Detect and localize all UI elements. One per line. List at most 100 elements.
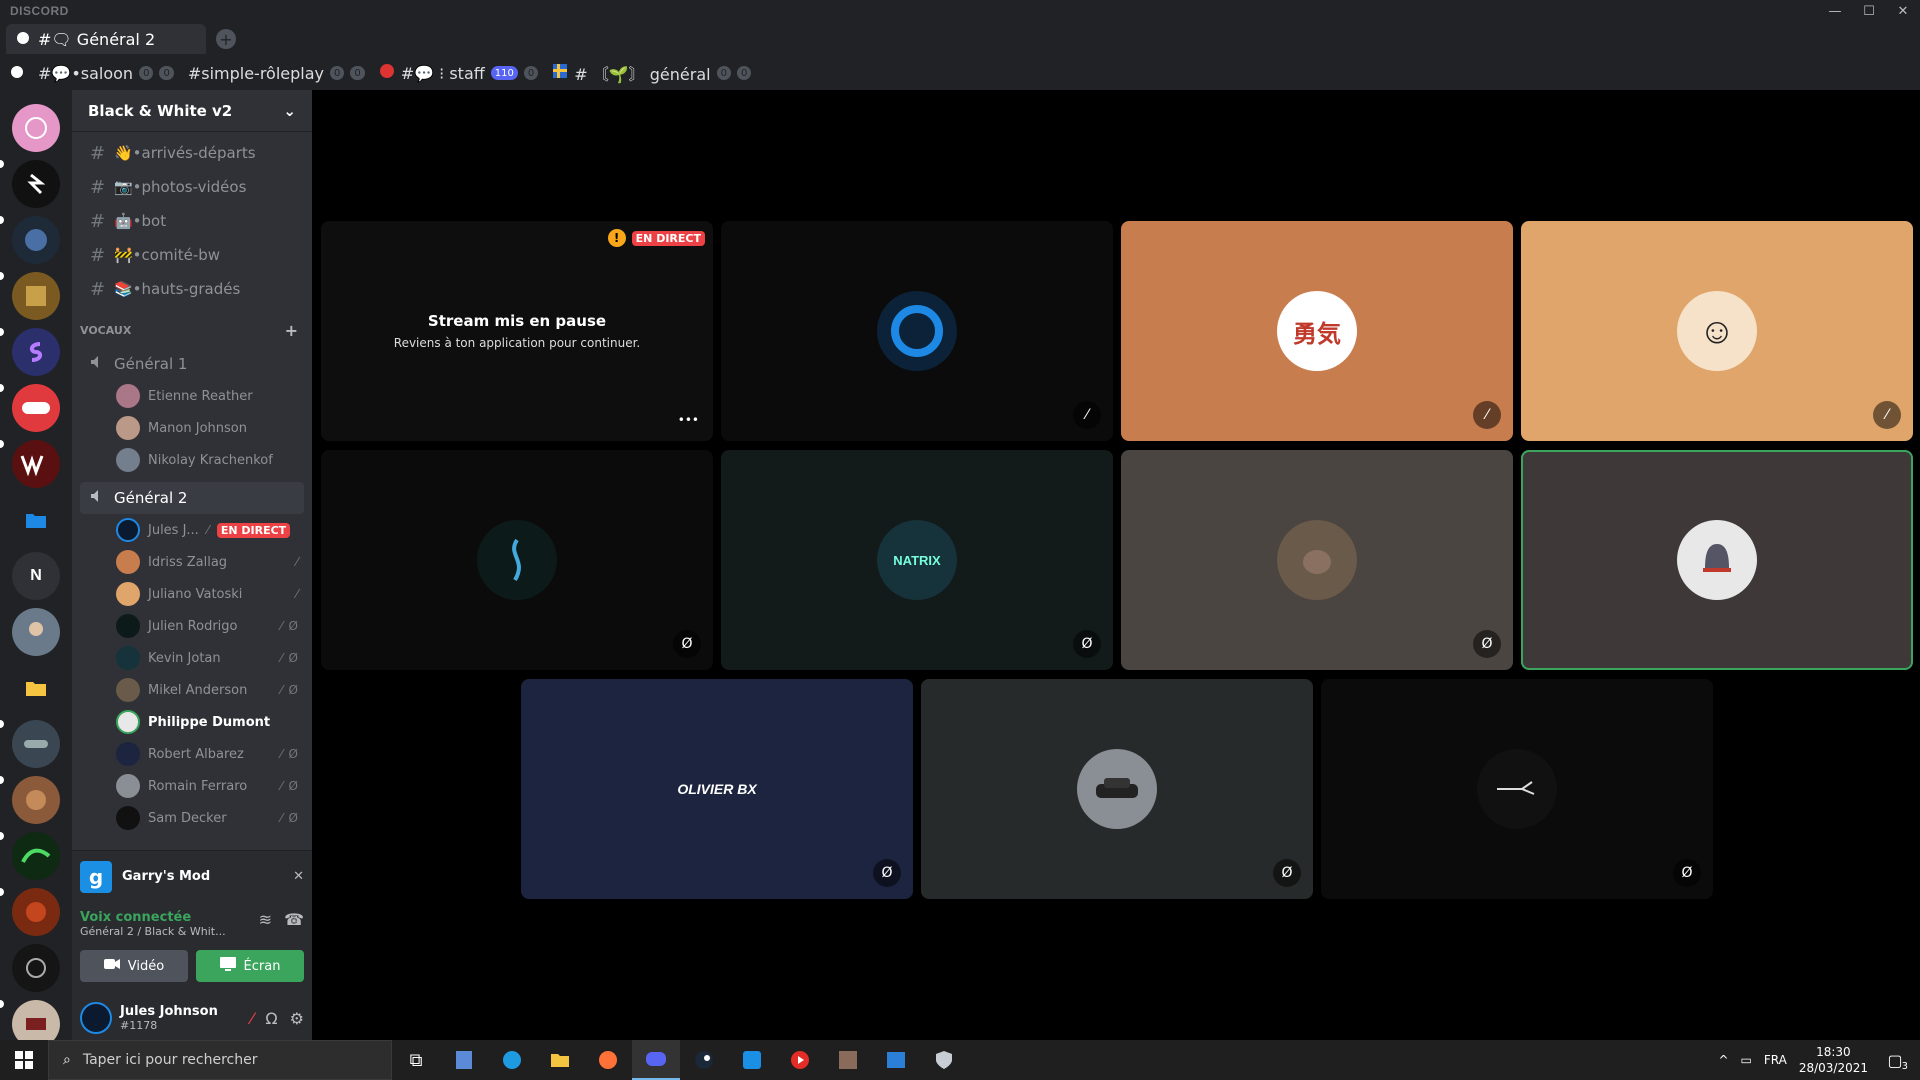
- voice-user[interactable]: Etienne Reather: [72, 380, 312, 412]
- voice-channel-general-2[interactable]: Général 2: [80, 482, 304, 514]
- stop-stream-icon[interactable]: ✕: [293, 869, 304, 884]
- network-icon[interactable]: ▭: [1741, 1053, 1752, 1067]
- disconnect-icon[interactable]: ☎: [284, 910, 304, 938]
- voice-user[interactable]: Mikel Anderson ⁄ Ø: [72, 674, 312, 706]
- unread-pill: [0, 160, 4, 168]
- chevron-up-icon[interactable]: ^: [1718, 1053, 1728, 1067]
- edge-icon[interactable]: [488, 1040, 536, 1080]
- server-icon[interactable]: [12, 160, 60, 208]
- channel-hauts-grades[interactable]: # 📚•hauts-gradés: [72, 272, 312, 306]
- youtube-icon[interactable]: [776, 1040, 824, 1080]
- voice-user-speaking[interactable]: Philippe Dumont: [72, 706, 312, 738]
- clock[interactable]: 18:30 28/03/2021: [1799, 1044, 1868, 1076]
- voice-connected-channel[interactable]: Général 2 / Black & Whit...: [80, 925, 226, 938]
- server-icon[interactable]: [12, 272, 60, 320]
- language-indicator[interactable]: FRA: [1764, 1053, 1787, 1067]
- mute-icon: ⁄: [206, 523, 209, 537]
- voice-user[interactable]: Juliano Vatoski ⁄: [72, 578, 312, 610]
- shortcut-saloon[interactable]: #💬•saloon 0 0: [38, 64, 174, 83]
- notification-center-icon[interactable]: ▢ 3: [1880, 1051, 1910, 1072]
- channel-bot[interactable]: # 🤖•bot: [72, 204, 312, 238]
- shortcut-general[interactable]: # 〘🌱〙 général 0 0: [552, 61, 752, 85]
- file-explorer-icon[interactable]: [536, 1040, 584, 1080]
- firefox-icon[interactable]: [584, 1040, 632, 1080]
- add-channel-button[interactable]: +: [285, 321, 298, 340]
- shield-icon[interactable]: [920, 1040, 968, 1080]
- hash-icon: #: [90, 244, 106, 266]
- discord-taskbar-icon[interactable]: [632, 1040, 680, 1080]
- noise-suppression-icon[interactable]: ≋: [259, 910, 272, 938]
- tab-general-2[interactable]: #🗨 Général 2: [6, 24, 206, 54]
- steam-icon[interactable]: [680, 1040, 728, 1080]
- participant-tile[interactable]: ☺ ⁄: [1521, 221, 1913, 441]
- folder-icon[interactable]: [12, 496, 60, 544]
- category-vocaux[interactable]: VOCAUX +: [72, 312, 312, 348]
- folder-icon[interactable]: [12, 664, 60, 712]
- voice-user[interactable]: Idriss Zallag ⁄: [72, 546, 312, 578]
- shortcut-simple-roleplay[interactable]: #simple-rôleplay 0 0: [188, 64, 365, 83]
- server-icon[interactable]: [12, 440, 60, 488]
- channel-comite-bw[interactable]: # 🚧•comité-bw: [72, 238, 312, 272]
- count-badge: 0: [736, 66, 752, 80]
- shortcut-staff[interactable]: #💬 ⁝ staff 110 0: [379, 63, 539, 83]
- voice-user[interactable]: Julien Rodrigo ⁄ Ø: [72, 610, 312, 642]
- garrys-mod-taskbar-icon[interactable]: [728, 1040, 776, 1080]
- deafen-icon: Ø: [288, 747, 298, 761]
- task-view-icon[interactable]: ⧉: [392, 1040, 440, 1080]
- unread-pill: [0, 720, 4, 728]
- channel-arrives-departs[interactable]: # 👋•arrivés-départs: [72, 136, 312, 170]
- voice-user[interactable]: Nikolay Krachenkof: [72, 444, 312, 476]
- screen-share-button[interactable]: Écran: [196, 950, 304, 982]
- voice-user[interactable]: Jules J... ⁄ EN DIRECT: [72, 514, 312, 546]
- clock-date: 28/03/2021: [1798, 1061, 1868, 1075]
- voice-user[interactable]: Kevin Jotan ⁄ Ø: [72, 642, 312, 674]
- voice-user[interactable]: Sam Decker ⁄ Ø: [72, 802, 312, 834]
- server-header[interactable]: Black & White v2 ⌄: [72, 90, 312, 132]
- headphones-icon[interactable]: Ω: [265, 1009, 277, 1028]
- server-icon[interactable]: [12, 776, 60, 824]
- app-icon[interactable]: [824, 1040, 872, 1080]
- server-icon[interactable]: [12, 328, 60, 376]
- gear-icon[interactable]: ⚙: [290, 1009, 304, 1028]
- maximize-button[interactable]: ☐: [1852, 0, 1886, 22]
- voice-channel-general-1[interactable]: Général 1: [72, 348, 312, 380]
- server-icon[interactable]: [12, 104, 60, 152]
- discord-logo-icon: [10, 64, 24, 83]
- participant-tile[interactable]: Ø: [1121, 450, 1513, 670]
- server-icon[interactable]: [12, 888, 60, 936]
- mute-icon: ⁄: [295, 555, 298, 569]
- minimize-button[interactable]: —: [1818, 0, 1852, 22]
- participant-tile[interactable]: 勇気 ⁄: [1121, 221, 1513, 441]
- voice-user[interactable]: Robert Albarez ⁄ Ø: [72, 738, 312, 770]
- stream-tile[interactable]: ! EN DIRECT Stream mis en pause Reviens …: [321, 221, 713, 441]
- server-icon[interactable]: [12, 384, 60, 432]
- participant-tile[interactable]: Ø: [921, 679, 1313, 899]
- video-button[interactable]: Vidéo: [80, 950, 188, 982]
- close-button[interactable]: ✕: [1886, 0, 1920, 22]
- calculator-icon[interactable]: [440, 1040, 488, 1080]
- server-icon[interactable]: [12, 832, 60, 880]
- server-icon[interactable]: [12, 944, 60, 992]
- mute-icon[interactable]: ⁄: [251, 1009, 254, 1028]
- channel-photos-videos[interactable]: # 📷•photos-vidéos: [72, 170, 312, 204]
- participant-tile[interactable]: ⁄: [721, 221, 1113, 441]
- server-icon[interactable]: [12, 608, 60, 656]
- participant-tile[interactable]: Ø: [321, 450, 713, 670]
- photos-icon[interactable]: [872, 1040, 920, 1080]
- participant-tile[interactable]: OLIVIER BX Ø: [521, 679, 913, 899]
- participant-tile-speaking[interactable]: [1521, 450, 1913, 670]
- server-icon-n[interactable]: N: [12, 552, 60, 600]
- server-icon[interactable]: [12, 216, 60, 264]
- windows-start-icon[interactable]: [0, 1040, 48, 1080]
- voice-user-name: Idriss Zallag: [148, 554, 228, 570]
- more-options-icon[interactable]: •••: [678, 413, 699, 427]
- avatar[interactable]: [80, 1002, 112, 1034]
- voice-user[interactable]: Manon Johnson: [72, 412, 312, 444]
- add-tab-button[interactable]: +: [216, 29, 236, 49]
- channel-label: 🚧•comité-bw: [114, 246, 221, 264]
- participant-tile[interactable]: NATRIX Ø: [721, 450, 1113, 670]
- participant-tile[interactable]: Ø: [1321, 679, 1713, 899]
- taskbar-search[interactable]: ⌕ Taper ici pour rechercher: [48, 1040, 392, 1080]
- voice-user[interactable]: Romain Ferraro ⁄ Ø: [72, 770, 312, 802]
- server-icon[interactable]: [12, 720, 60, 768]
